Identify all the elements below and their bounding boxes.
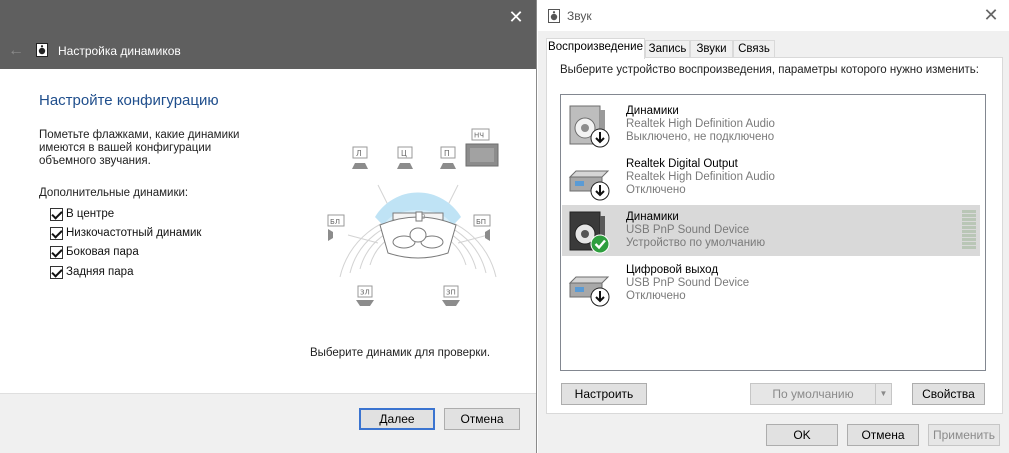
subwoofer-checkbox[interactable]: Низкочастотный динамик [50, 225, 201, 241]
tab-communications[interactable]: Связь [733, 40, 775, 58]
speaker-label: ЗП [446, 289, 456, 297]
wizard-nav-bar: ← Настройка динамиков [0, 34, 536, 69]
dialog-title: Звук [567, 9, 592, 23]
speaker-label: ЗЛ [360, 289, 370, 297]
speaker-small-icon [548, 9, 560, 23]
svg-text:0: 0 [421, 213, 425, 221]
device-item-selected[interactable]: Динамики USB PnP Sound Device Устройство… [562, 205, 980, 256]
device-name: Динамики [626, 211, 679, 223]
checkbox-label: В центре [66, 208, 115, 220]
playback-panel: Выберите устройство воспроизведения, пар… [546, 57, 1003, 414]
speaker-label: БЛ [330, 218, 340, 226]
properties-button[interactable]: Свойства [912, 383, 985, 405]
speaker-label: Л [356, 149, 362, 158]
checkbox-checked-icon[interactable] [50, 265, 63, 279]
instructions-text: Выберите устройство воспроизведения, пар… [560, 64, 979, 76]
device-driver: Realtek High Definition Audio [626, 171, 775, 183]
set-default-button[interactable]: По умолчанию ▼ [750, 383, 892, 405]
optional-speakers-label: Дополнительные динамики: [39, 187, 189, 199]
device-name: Realtek Digital Output [626, 158, 738, 170]
speaker-subwoofer[interactable]: НЧ [465, 128, 499, 167]
ok-button[interactable]: OK [766, 424, 838, 446]
test-speaker-hint: Выберите динамик для проверки. [310, 347, 491, 359]
speaker-label: НЧ [474, 132, 484, 140]
speaker-rear-left[interactable]: ЗЛ [356, 285, 374, 306]
device-status: Отключено [626, 184, 686, 196]
device-driver: USB PnP Sound Device [626, 277, 750, 289]
speaker-setup-window: ✕ ← Настройка динамиков Настройте конфиг… [0, 0, 537, 453]
speaker-center[interactable]: Ц [397, 146, 413, 169]
cancel-button[interactable]: Отмена [847, 424, 919, 446]
next-button[interactable]: Далее [359, 408, 435, 430]
device-status: Выключено, не подключено [626, 131, 775, 143]
device-item[interactable]: Динамики Realtek High Definition Audio В… [562, 99, 980, 150]
volume-level-meter [962, 210, 976, 250]
device-item[interactable]: Цифровой выход USB PnP Sound Device Откл… [562, 258, 980, 309]
device-status: Устройство по умолчанию [626, 237, 766, 249]
speaker-small-icon [36, 43, 48, 57]
device-name: Динамики [626, 105, 679, 117]
speaker-label: П [444, 149, 450, 158]
wizard-title: Настройка динамиков [58, 44, 181, 58]
checkbox-checked-icon[interactable] [50, 226, 63, 240]
tab-playback[interactable]: Воспроизведение [546, 38, 645, 59]
tab-recording[interactable]: Запись [645, 40, 690, 58]
device-item[interactable]: Realtek Digital Output Realtek High Defi… [562, 152, 980, 203]
checkbox-label: Низкочастотный динамик [66, 227, 202, 239]
digital-output-icon [568, 276, 610, 307]
speaker-side-left[interactable]: БЛ [327, 214, 345, 241]
checkbox-checked-icon[interactable] [50, 207, 63, 221]
speaker-front-left[interactable]: Л [352, 146, 368, 169]
checkbox-label: Задняя пара [66, 266, 134, 278]
configure-button[interactable]: Настроить [561, 383, 647, 405]
speaker-icon [569, 105, 610, 148]
speaker-rear-right[interactable]: ЗП [442, 285, 460, 306]
back-arrow-icon[interactable]: ← [8, 41, 24, 61]
chevron-down-icon[interactable]: ▼ [875, 384, 891, 404]
page-title: Настройте конфигурацию [39, 92, 219, 109]
digital-output-icon [568, 170, 610, 201]
sound-titlebar: Звук ✕ [538, 0, 1009, 31]
wizard-titlebar: ✕ [0, 0, 536, 34]
apply-button[interactable]: Применить [928, 424, 1000, 446]
cancel-button[interactable]: Отмена [444, 408, 520, 430]
speaker-icon [569, 211, 610, 254]
checkbox-label: Боковая пара [66, 246, 139, 258]
device-name: Цифровой выход [626, 264, 719, 276]
checkbox-checked-icon[interactable] [50, 245, 63, 259]
device-driver: USB PnP Sound Device [626, 224, 750, 236]
side-pair-checkbox[interactable]: Боковая пара [50, 244, 139, 260]
speaker-front-right[interactable]: П [440, 146, 456, 169]
speaker-label: Ц [401, 149, 407, 158]
speaker-layout-diagram: 0 Л Ц П НЧ БЛ БП ЗЛ ЗП [327, 128, 499, 306]
speaker-label: БП [476, 218, 486, 226]
device-driver: Realtek High Definition Audio [626, 118, 775, 130]
wizard-footer: Далее Отмена [0, 393, 536, 453]
sound-dialog: Звук ✕ Воспроизведение Запись Звуки Связ… [538, 0, 1009, 453]
set-default-label: По умолчанию [772, 387, 854, 401]
close-icon[interactable]: ✕ [981, 5, 1001, 25]
center-checkbox[interactable]: В центре [50, 206, 114, 222]
tab-sounds[interactable]: Звуки [690, 40, 733, 58]
device-status: Отключено [626, 290, 686, 302]
device-list[interactable]: Динамики Realtek High Definition Audio В… [560, 94, 986, 371]
instructions-text: Пометьте флажками, какие динамики имеютс… [39, 129, 240, 167]
close-icon[interactable]: ✕ [506, 7, 526, 27]
rear-pair-checkbox[interactable]: Задняя пара [50, 264, 133, 280]
